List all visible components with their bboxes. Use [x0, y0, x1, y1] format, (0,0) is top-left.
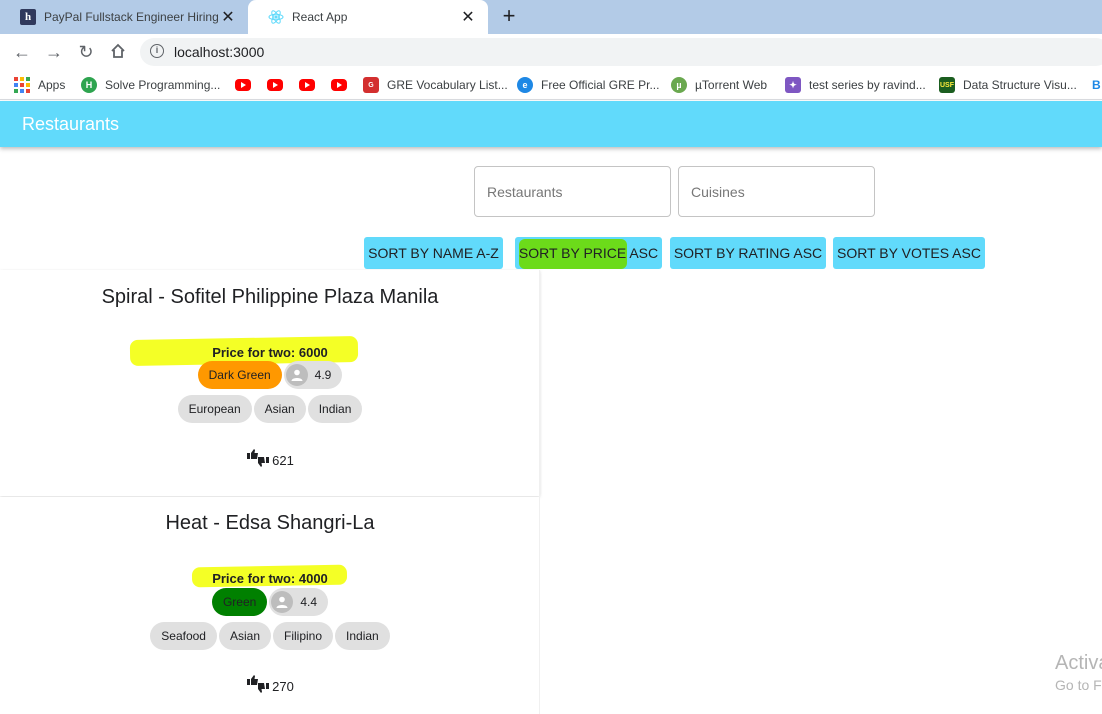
- watermark-line1: Activa: [1055, 652, 1102, 674]
- rating-chip: 4.9: [283, 361, 343, 389]
- person-icon: [271, 591, 294, 613]
- tab-react-app[interactable]: React App ✕: [248, 0, 488, 34]
- close-tab-icon[interactable]: ✕: [218, 7, 238, 27]
- home-icon[interactable]: [107, 42, 129, 64]
- reload-icon[interactable]: ↻: [75, 42, 97, 64]
- rating-row: Green 4.4: [0, 588, 540, 616]
- bookmark-label: test series by ravind...: [809, 78, 926, 92]
- restaurant-name: Spiral - Sofitel Philippine Plaza Manila: [101, 286, 439, 308]
- price-for-two: Price for two: 4000: [212, 571, 328, 586]
- sort-by-price-button[interactable]: SORT BY PRICE ASC: [515, 237, 662, 269]
- cuisine-chip: Indian: [307, 395, 363, 423]
- bookmark-youtube-4[interactable]: [331, 75, 355, 95]
- bookmark-free-official-gre[interactable]: e Free Official GRE Pr...: [517, 75, 659, 95]
- restaurant-card[interactable]: Spiral - Sofitel Philippine Plaza Manila…: [0, 270, 540, 496]
- bing-icon: B: [1092, 78, 1101, 92]
- tab-title: PayPal Fullstack Engineer Hiring C: [44, 10, 218, 24]
- url-text: localhost:3000: [174, 44, 265, 60]
- bookmarks-bar: Apps H Solve Programming... G GRE Vocabu…: [0, 70, 1102, 100]
- bookmark-bing[interactable]: B: [1092, 75, 1101, 95]
- new-tab-button[interactable]: +: [496, 5, 522, 29]
- rating-row: Dark Green 4.9: [0, 361, 540, 389]
- rating-color-chip: Green: [211, 588, 268, 616]
- cuisine-chip: Filipino: [273, 622, 334, 650]
- bookmark-test-series[interactable]: ✦ test series by ravind...: [785, 75, 926, 95]
- bookmark-label: Solve Programming...: [105, 78, 221, 92]
- thumbs-up-down-icon: [247, 449, 270, 467]
- youtube-icon: [235, 79, 251, 91]
- bookmark-label: µTorrent Web: [695, 78, 768, 92]
- votes-row: 270: [0, 674, 540, 694]
- bookmark-data-structure[interactable]: USF Data Structure Visu...: [939, 75, 1077, 95]
- rating-color-chip: Dark Green: [197, 361, 282, 389]
- watermark-line2: Go to F: [1055, 677, 1102, 693]
- butterfly-icon: ✦: [785, 77, 801, 93]
- vote-count: 621: [272, 453, 294, 468]
- bookmark-label: GRE Vocabulary List...: [387, 78, 508, 92]
- sort-by-rating-button[interactable]: SORT BY RATING ASC: [670, 237, 826, 269]
- rating-value: 4.9: [314, 368, 332, 382]
- bookmark-utorrent[interactable]: µ µTorrent Web: [671, 75, 767, 95]
- person-icon: [285, 364, 308, 386]
- hackerearth-icon: h: [20, 9, 36, 25]
- utorrent-icon: µ: [671, 77, 687, 93]
- bookmark-label: Apps: [38, 78, 66, 92]
- info-icon[interactable]: i: [150, 44, 164, 58]
- browser-toolbar: ← → ↻ i localhost:3000: [0, 34, 1102, 70]
- rating-chip: 4.4: [269, 588, 329, 616]
- youtube-icon: [299, 79, 315, 91]
- rating-value: 4.4: [300, 595, 318, 609]
- app-title: Restaurants: [22, 114, 120, 134]
- youtube-icon: [267, 79, 283, 91]
- tab-paypal-hiring[interactable]: h PayPal Fullstack Engineer Hiring C ✕: [0, 0, 248, 34]
- votes-row: 621: [0, 448, 540, 468]
- cuisine-chip: Asian: [218, 622, 272, 650]
- apps-grid-icon: [14, 77, 30, 93]
- address-bar[interactable]: i localhost:3000: [140, 38, 1102, 66]
- cuisine-chip: Asian: [253, 395, 306, 423]
- bookmark-label: Free Official GRE Pr...: [541, 78, 660, 92]
- activation-watermark: Activa Go to F: [1055, 652, 1102, 693]
- sort-by-name-button[interactable]: SORT BY NAME A-Z: [364, 237, 503, 269]
- react-icon: [268, 9, 284, 25]
- bookmark-solve-programming[interactable]: H Solve Programming...: [81, 75, 220, 95]
- back-arrow-icon[interactable]: ←: [11, 42, 33, 64]
- youtube-icon: [331, 79, 347, 91]
- gre-icon: G: [363, 77, 379, 93]
- price-for-two: Price for two: 6000: [212, 345, 328, 360]
- cuisine-chip: Seafood: [150, 622, 217, 650]
- ets-icon: e: [517, 77, 533, 93]
- cuisine-chip: European: [177, 395, 252, 423]
- bookmark-label: Data Structure Visu...: [963, 78, 1077, 92]
- cuisine-row: Seafood Asian Filipino Indian: [0, 622, 540, 650]
- browser-tab-strip: h PayPal Fullstack Engineer Hiring C ✕ R…: [0, 0, 1102, 34]
- cuisine-chip: Indian: [335, 622, 390, 650]
- bookmark-youtube-2[interactable]: [267, 75, 291, 95]
- restaurant-card[interactable]: Heat - Edsa Shangri-La Price for two: 40…: [0, 497, 540, 714]
- restaurants-search-input[interactable]: [474, 166, 671, 217]
- sort-by-price-label: SORT BY PRICE ASC: [518, 245, 659, 261]
- cuisine-row: European Asian Indian: [0, 395, 540, 423]
- vote-count: 270: [272, 679, 294, 694]
- bookmark-apps[interactable]: Apps: [14, 75, 65, 95]
- usf-icon: USF: [939, 77, 955, 93]
- bookmark-gre-vocabulary[interactable]: G GRE Vocabulary List...: [363, 75, 508, 95]
- thumbs-up-down-icon: [247, 675, 270, 693]
- bookmark-youtube-3[interactable]: [299, 75, 323, 95]
- close-tab-icon[interactable]: ✕: [458, 7, 478, 27]
- forward-arrow-icon[interactable]: →: [43, 42, 65, 64]
- app-header: Restaurants: [0, 101, 1102, 147]
- restaurant-name: Heat - Edsa Shangri-La: [165, 512, 375, 534]
- bookmark-youtube-1[interactable]: [235, 75, 259, 95]
- tab-title: React App: [292, 10, 348, 24]
- cuisines-search-input[interactable]: [678, 166, 875, 217]
- hackerearth-green-icon: H: [81, 77, 97, 93]
- sort-by-votes-button[interactable]: SORT BY VOTES ASC: [833, 237, 985, 269]
